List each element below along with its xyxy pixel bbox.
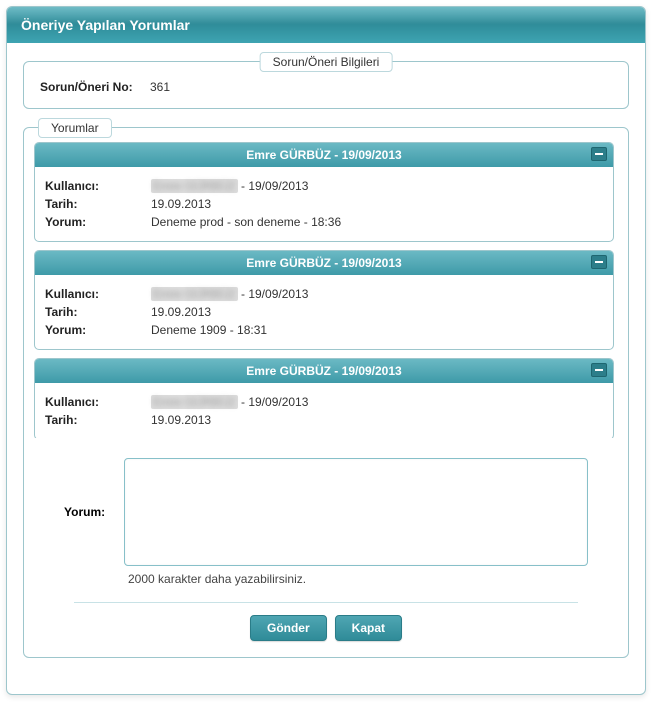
comment-date-value: 19.09.2013 bbox=[141, 197, 211, 211]
comment-user-label: Kullanıcı: bbox=[45, 287, 141, 301]
comment-user-value: Emre GÜRBÜZ - 19/09/2013 bbox=[141, 179, 308, 193]
comment-body: Kullanıcı:Emre GÜRBÜZ - 19/09/2013Tarih:… bbox=[35, 383, 613, 438]
comment-text-value: Deneme 1909 - 18:31 bbox=[141, 323, 267, 337]
comment-user-date: - 19/09/2013 bbox=[238, 287, 309, 301]
comment-body: Kullanıcı:Emre GÜRBÜZ - 19/09/2013Tarih:… bbox=[35, 275, 613, 349]
compose-label: Yorum: bbox=[64, 505, 124, 519]
button-row: Gönder Kapat bbox=[34, 615, 618, 641]
comment-user-label: Kullanıcı: bbox=[45, 179, 141, 193]
comment-user-blurred: Emre GÜRBÜZ bbox=[151, 287, 238, 301]
collapse-icon[interactable] bbox=[591, 255, 607, 269]
collapse-icon[interactable] bbox=[591, 363, 607, 377]
comment-user-value: Emre GÜRBÜZ - 19/09/2013 bbox=[141, 395, 308, 409]
comment-text-value: Deneme prod - son deneme - 18:36 bbox=[141, 215, 341, 229]
comment-textarea[interactable] bbox=[124, 458, 588, 566]
comments-scroll-wrap: Emre GÜRBÜZ - 19/09/2013Kullanıcı:Emre G… bbox=[34, 142, 618, 438]
comment-panel: Emre GÜRBÜZ - 19/09/2013Kullanıcı:Emre G… bbox=[34, 250, 614, 350]
send-button[interactable]: Gönder bbox=[250, 615, 327, 641]
char-count-hint: 2000 karakter daha yazabilirsiniz. bbox=[98, 572, 618, 586]
comment-user-date: - 19/09/2013 bbox=[238, 179, 309, 193]
comments-scroll-area[interactable]: Emre GÜRBÜZ - 19/09/2013Kullanıcı:Emre G… bbox=[34, 142, 618, 438]
comment-user-label: Kullanıcı: bbox=[45, 395, 141, 409]
comment-header[interactable]: Emre GÜRBÜZ - 19/09/2013 bbox=[35, 251, 613, 275]
info-no-label: Sorun/Öneri No: bbox=[40, 80, 140, 94]
collapse-icon[interactable] bbox=[591, 147, 607, 161]
comment-header[interactable]: Emre GÜRBÜZ - 19/09/2013 bbox=[35, 143, 613, 167]
info-fieldset: Sorun/Öneri Bilgileri Sorun/Öneri No: 36… bbox=[23, 61, 629, 109]
comment-date-label: Tarih: bbox=[45, 413, 141, 427]
separator bbox=[74, 602, 578, 603]
comment-text-label: Yorum: bbox=[45, 323, 141, 337]
comment-date-label: Tarih: bbox=[45, 197, 141, 211]
dialog-window: Öneriye Yapılan Yorumlar Sorun/Öneri Bil… bbox=[6, 6, 646, 695]
close-button[interactable]: Kapat bbox=[335, 615, 402, 641]
info-no-value: 361 bbox=[140, 80, 170, 94]
info-legend: Sorun/Öneri Bilgileri bbox=[260, 52, 393, 72]
comment-header[interactable]: Emre GÜRBÜZ - 19/09/2013 bbox=[35, 359, 613, 383]
comment-header-text: Emre GÜRBÜZ - 19/09/2013 bbox=[246, 148, 401, 162]
comment-user-value: Emre GÜRBÜZ - 19/09/2013 bbox=[141, 287, 308, 301]
info-row: Sorun/Öneri No: 361 bbox=[40, 80, 612, 94]
comment-header-text: Emre GÜRBÜZ - 19/09/2013 bbox=[246, 364, 401, 378]
comment-header-text: Emre GÜRBÜZ - 19/09/2013 bbox=[246, 256, 401, 270]
compose-row: Yorum: bbox=[34, 458, 618, 566]
comment-body: Kullanıcı:Emre GÜRBÜZ - 19/09/2013Tarih:… bbox=[35, 167, 613, 241]
comments-legend: Yorumlar bbox=[38, 118, 112, 138]
dialog-body: Sorun/Öneri Bilgileri Sorun/Öneri No: 36… bbox=[7, 43, 645, 694]
comment-user-blurred: Emre GÜRBÜZ bbox=[151, 179, 238, 193]
comment-date-value: 19.09.2013 bbox=[141, 305, 211, 319]
comment-date-value: 19.09.2013 bbox=[141, 413, 211, 427]
dialog-title: Öneriye Yapılan Yorumlar bbox=[21, 17, 190, 33]
comment-user-date: - 19/09/2013 bbox=[238, 395, 309, 409]
comment-panel: Emre GÜRBÜZ - 19/09/2013Kullanıcı:Emre G… bbox=[34, 358, 614, 438]
comment-panel: Emre GÜRBÜZ - 19/09/2013Kullanıcı:Emre G… bbox=[34, 142, 614, 242]
comment-text-label: Yorum: bbox=[45, 215, 141, 229]
comment-date-label: Tarih: bbox=[45, 305, 141, 319]
comments-fieldset: Yorumlar Emre GÜRBÜZ - 19/09/2013Kullanı… bbox=[23, 127, 629, 658]
comment-user-blurred: Emre GÜRBÜZ bbox=[151, 395, 238, 409]
dialog-titlebar: Öneriye Yapılan Yorumlar bbox=[7, 7, 645, 43]
